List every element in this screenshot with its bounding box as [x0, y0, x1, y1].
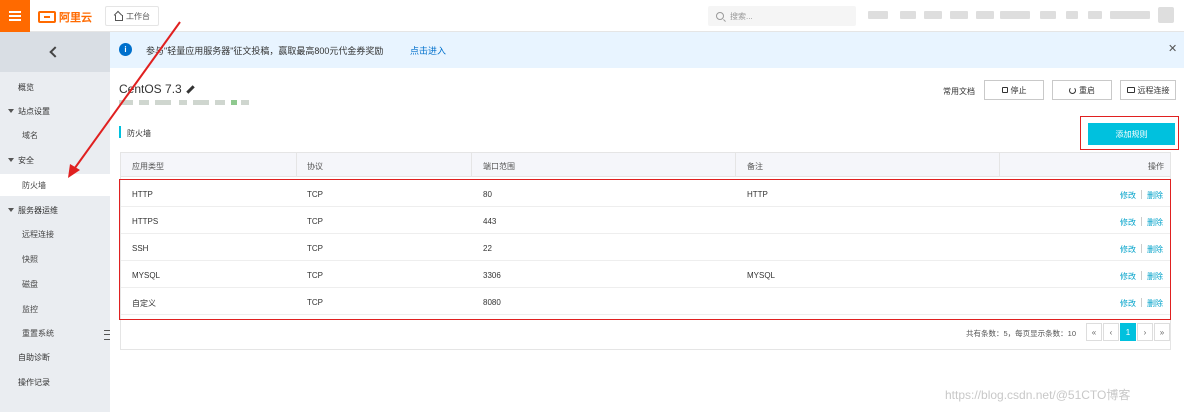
- annotation-arrow: [68, 21, 181, 178]
- watermark: https://blog.csdn.net/@51CTO博客: [945, 388, 1131, 402]
